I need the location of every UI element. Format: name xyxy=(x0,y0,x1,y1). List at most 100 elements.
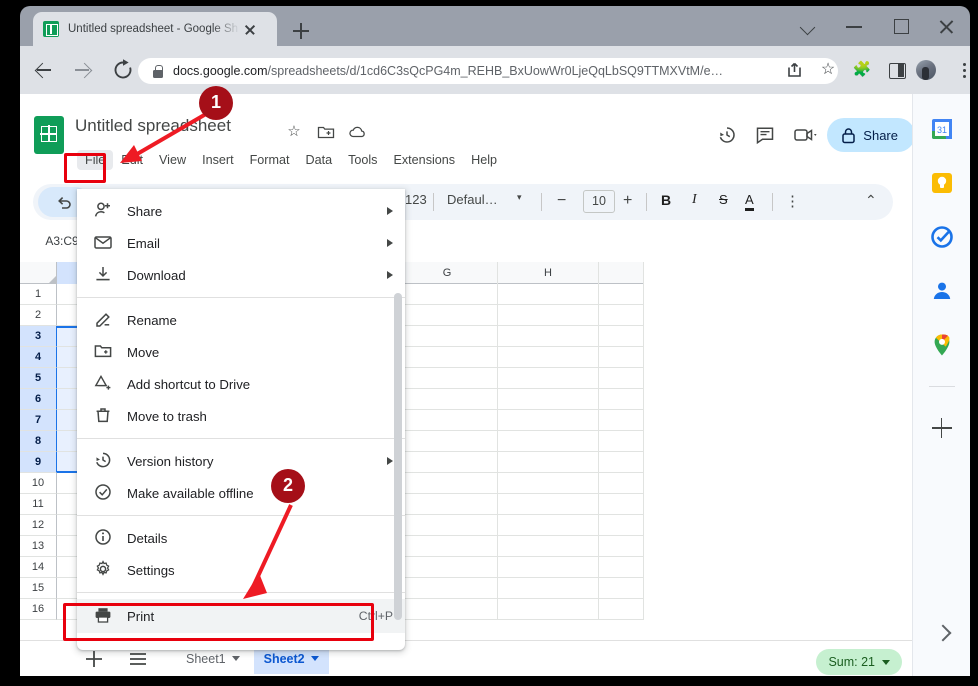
cell[interactable] xyxy=(397,347,498,368)
cell[interactable] xyxy=(599,536,644,557)
cell[interactable] xyxy=(498,515,599,536)
bold-button[interactable]: B xyxy=(661,192,671,208)
cell[interactable] xyxy=(498,389,599,410)
more-options-button[interactable]: ⋮ xyxy=(785,192,800,210)
cell[interactable] xyxy=(397,326,498,347)
row-header[interactable]: 15 xyxy=(20,578,57,599)
add-addon-icon[interactable] xyxy=(929,415,955,441)
bookmark-star-icon[interactable]: ☆ xyxy=(814,56,842,84)
row-header[interactable]: 6 xyxy=(20,389,57,410)
cell[interactable] xyxy=(599,599,644,620)
font-name[interactable]: Defaul… xyxy=(447,192,498,207)
column-header-partial[interactable] xyxy=(599,262,644,284)
cell[interactable] xyxy=(599,368,644,389)
menu-view[interactable]: View xyxy=(151,150,194,170)
new-tab-button[interactable] xyxy=(288,18,314,44)
profile-avatar[interactable] xyxy=(916,56,944,84)
move-to-folder-icon[interactable] xyxy=(315,121,337,143)
reload-icon[interactable] xyxy=(106,53,140,87)
cell[interactable] xyxy=(599,431,644,452)
side-panel-icon[interactable] xyxy=(882,56,910,84)
strikethrough-button[interactable]: S xyxy=(719,192,728,207)
cloud-saved-icon[interactable] xyxy=(347,121,369,143)
collapse-toolbar-button[interactable]: ⌃ xyxy=(865,192,877,209)
menu-item-share[interactable]: Share xyxy=(77,195,405,227)
chevron-down-icon[interactable] xyxy=(311,656,319,661)
menu-item-rename[interactable]: Rename xyxy=(77,304,405,336)
forward-icon[interactable] xyxy=(66,53,100,87)
cell[interactable] xyxy=(599,473,644,494)
row-header[interactable]: 11 xyxy=(20,494,57,515)
status-badge[interactable]: Sum: 21 xyxy=(816,649,902,675)
increase-font-button[interactable]: + xyxy=(623,192,632,210)
column-header[interactable]: H xyxy=(498,262,599,284)
row-header[interactable]: 4 xyxy=(20,347,57,368)
row-header[interactable]: 10 xyxy=(20,473,57,494)
cell[interactable] xyxy=(498,578,599,599)
menu-tools[interactable]: Tools xyxy=(340,150,385,170)
row-header[interactable]: 13 xyxy=(20,536,57,557)
cell[interactable] xyxy=(397,578,498,599)
row-header[interactable]: 5 xyxy=(20,368,57,389)
chevron-down-icon[interactable] xyxy=(786,6,832,46)
cell[interactable] xyxy=(599,578,644,599)
cell[interactable] xyxy=(599,557,644,578)
row-header[interactable]: 12 xyxy=(20,515,57,536)
cell[interactable] xyxy=(599,347,644,368)
row-header[interactable]: 7 xyxy=(20,410,57,431)
cell[interactable] xyxy=(498,284,599,305)
browser-tab[interactable]: Untitled spreadsheet - Google Sh xyxy=(33,12,277,46)
cell[interactable] xyxy=(397,452,498,473)
row-header[interactable]: 3 xyxy=(20,326,57,347)
menu-item-version-history[interactable]: Version history xyxy=(77,445,405,477)
page-title[interactable]: Untitled spreadsheet xyxy=(75,116,231,136)
text-color-button[interactable]: A xyxy=(745,192,754,211)
menu-item-email[interactable]: Email xyxy=(77,227,405,259)
chevron-down-icon[interactable] xyxy=(232,656,240,661)
cell[interactable] xyxy=(498,557,599,578)
cell[interactable] xyxy=(498,347,599,368)
chevron-right-icon[interactable] xyxy=(929,620,955,646)
row-header[interactable]: 16 xyxy=(20,599,57,620)
menu-data[interactable]: Data xyxy=(297,150,340,170)
cell[interactable] xyxy=(498,326,599,347)
row-header[interactable]: 9 xyxy=(20,452,57,473)
cell[interactable] xyxy=(498,368,599,389)
chrome-menu-icon[interactable] xyxy=(950,56,970,84)
row-header[interactable]: 8 xyxy=(20,431,57,452)
cell[interactable] xyxy=(397,389,498,410)
cell[interactable] xyxy=(599,326,644,347)
cell[interactable] xyxy=(397,494,498,515)
calendar-icon[interactable]: 31 xyxy=(929,116,955,142)
menu-item-make-available-offline[interactable]: Make available offline xyxy=(77,477,405,509)
cell[interactable] xyxy=(599,389,644,410)
number-format-123[interactable]: 123 xyxy=(405,192,427,207)
cell[interactable] xyxy=(397,410,498,431)
maximize-icon[interactable] xyxy=(878,6,924,46)
comment-icon[interactable] xyxy=(748,118,782,152)
cell[interactable] xyxy=(498,494,599,515)
menu-scrollbar-thumb[interactable] xyxy=(394,293,402,620)
cell[interactable] xyxy=(599,284,644,305)
cell[interactable] xyxy=(397,515,498,536)
chevron-down-icon[interactable] xyxy=(882,660,890,665)
row-header[interactable]: 2 xyxy=(20,305,57,326)
font-size-input[interactable]: 10 xyxy=(583,190,615,213)
menu-edit[interactable]: Edit xyxy=(113,150,151,170)
font-caret-icon[interactable]: ▾ xyxy=(517,192,522,203)
cell[interactable] xyxy=(498,431,599,452)
close-icon[interactable] xyxy=(242,21,258,37)
close-window-icon[interactable] xyxy=(924,6,970,46)
menu-item-move[interactable]: Move xyxy=(77,336,405,368)
cell[interactable] xyxy=(397,536,498,557)
italic-button[interactable]: I xyxy=(692,192,697,208)
row-header[interactable]: 1 xyxy=(20,284,57,305)
cell[interactable] xyxy=(498,305,599,326)
column-header[interactable]: G xyxy=(397,262,498,284)
cell[interactable] xyxy=(498,599,599,620)
cell[interactable] xyxy=(498,536,599,557)
cell[interactable] xyxy=(498,410,599,431)
cell[interactable] xyxy=(397,599,498,620)
menu-item-move-to-trash[interactable]: Move to trash xyxy=(77,400,405,432)
cell[interactable] xyxy=(397,431,498,452)
